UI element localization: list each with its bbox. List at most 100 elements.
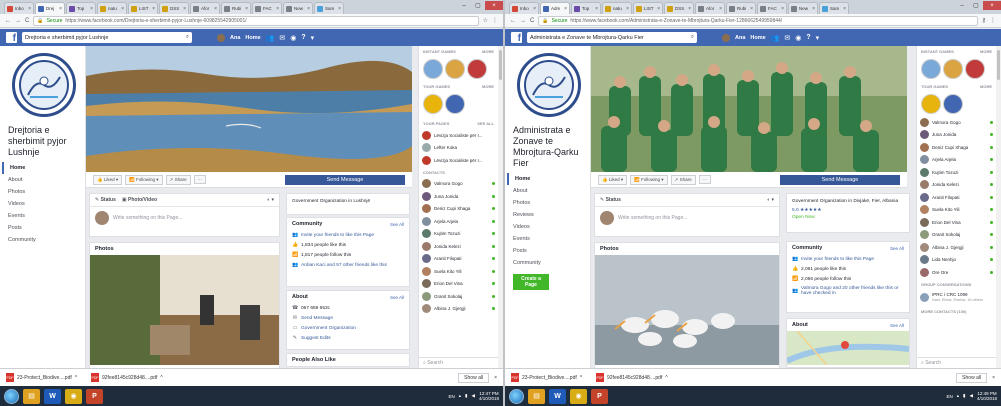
- close-tab-icon[interactable]: ×: [152, 6, 155, 12]
- browser-tab[interactable]: Sam ×: [314, 2, 344, 14]
- start-button[interactable]: [509, 388, 524, 404]
- nav-photos[interactable]: Photos: [507, 197, 588, 209]
- contact-item[interactable]: Kujtim Tozuzi: [419, 228, 498, 241]
- close-tab-icon[interactable]: ×: [688, 6, 691, 12]
- word-icon[interactable]: W: [549, 388, 566, 404]
- friends-icon[interactable]: 👥: [771, 34, 780, 42]
- chevron-down-icon[interactable]: ▾: [816, 34, 820, 42]
- browser-tab[interactable]: Inbo ×: [4, 2, 34, 14]
- tray-arrow-icon[interactable]: ▴: [459, 393, 461, 399]
- browser-tab[interactable]: Top ×: [66, 2, 96, 14]
- cover-photo[interactable]: [86, 46, 412, 172]
- nav-posts[interactable]: Posts: [507, 245, 588, 257]
- browser-tab[interactable]: Inbo ×: [509, 2, 539, 14]
- browser-tab[interactable]: Afor ×: [695, 2, 725, 14]
- globe-icon[interactable]: ◉: [290, 34, 296, 42]
- see-all-link[interactable]: See All: [890, 246, 904, 251]
- browser-tab[interactable]: LIST ×: [633, 2, 663, 14]
- following-button[interactable]: 📶 Following ▾: [630, 174, 668, 185]
- contact-item[interactable]: Granit Sokolaj: [419, 290, 498, 303]
- game-icon[interactable]: [445, 59, 465, 79]
- close-icon[interactable]: ×: [992, 375, 995, 381]
- avatar[interactable]: [217, 33, 225, 42]
- close-tab-icon[interactable]: ×: [843, 6, 846, 12]
- invite-friends-link[interactable]: Invite your friends to like this Page: [301, 233, 374, 238]
- nav-videos[interactable]: Videos: [507, 221, 588, 233]
- close-tab-icon[interactable]: ×: [750, 6, 753, 12]
- tray-arrow-icon[interactable]: ▴: [957, 393, 959, 399]
- nav-reviews[interactable]: Reviews: [507, 209, 588, 221]
- composer-input[interactable]: Write something on this Page...: [618, 215, 687, 221]
- contact-item[interactable]: Valmora Gogo: [917, 116, 996, 129]
- close-tab-icon[interactable]: ×: [338, 6, 341, 12]
- contact-item[interactable]: Arjela Arjela: [419, 215, 498, 228]
- browser-tab[interactable]: natu ×: [97, 2, 127, 14]
- contact-item[interactable]: Suela Kito Yili: [917, 204, 996, 217]
- share-button[interactable]: ↗ Share: [165, 174, 191, 185]
- key-icon[interactable]: ⚷: [982, 17, 986, 24]
- browser-tab[interactable]: Top ×: [571, 2, 601, 14]
- contact-item[interactable]: Kujtim Tozuzi: [917, 166, 996, 179]
- cover-photo[interactable]: [591, 46, 907, 172]
- composer-input[interactable]: Write something on this Page...: [113, 215, 182, 221]
- game-icon[interactable]: [423, 59, 443, 79]
- facebook-search-input[interactable]: Administrata e Zonave te Mbrojtura-Qarku…: [527, 32, 697, 43]
- powerpoint-icon[interactable]: P: [591, 388, 608, 404]
- chrome-icon[interactable]: ◉: [65, 388, 82, 404]
- contact-item[interactable]: Ore Ore: [917, 266, 996, 279]
- game-icon[interactable]: [943, 94, 963, 114]
- menu-dots-icon[interactable]: ⋮: [990, 17, 996, 24]
- help-icon[interactable]: ?: [301, 34, 305, 41]
- facebook-search-input[interactable]: Drejtoria e sherbimit pyjor Lushnje ⌕: [22, 32, 192, 43]
- close-tab-icon[interactable]: ×: [90, 6, 93, 12]
- clock[interactable]: 12:47 PM 4/10/2018: [479, 391, 499, 401]
- see-all-link[interactable]: SEE ALL: [477, 121, 494, 126]
- globe-icon[interactable]: ◐ ▾: [767, 197, 774, 203]
- invite-friends-link[interactable]: Invite your friends to like this Page: [801, 257, 874, 262]
- friends-icon[interactable]: 👥: [266, 34, 275, 42]
- nav-about[interactable]: About: [2, 174, 83, 186]
- rating[interactable]: 5.0 ★★★★★: [792, 208, 822, 213]
- contact-item[interactable]: Erion Del Vina: [419, 278, 498, 291]
- nav-community[interactable]: Community: [507, 257, 588, 269]
- minimize-icon[interactable]: –: [955, 1, 969, 10]
- contact-item[interactable]: Jonida Kelezi: [917, 179, 996, 192]
- browser-tab[interactable]: New ×: [283, 2, 313, 14]
- clock[interactable]: 12:49 PM 4/10/2018: [977, 391, 997, 401]
- send-message-button[interactable]: Send Message: [285, 174, 405, 185]
- close-icon[interactable]: ×: [494, 375, 497, 381]
- nav-home[interactable]: Home: [507, 173, 588, 185]
- browser-tab-active[interactable]: Adm ×: [540, 2, 570, 14]
- contact-item[interactable]: Aranit Filopati: [917, 191, 996, 204]
- show-all-button[interactable]: Show all: [956, 372, 988, 383]
- profile-link[interactable]: Ana: [735, 35, 745, 41]
- close-tab-icon[interactable]: ×: [307, 6, 310, 12]
- browser-tab[interactable]: DSS ×: [664, 2, 694, 14]
- close-tab-icon[interactable]: ×: [595, 6, 598, 12]
- contact-item[interactable]: Jonida Kelezi: [419, 240, 498, 253]
- suggest-edits-link[interactable]: Suggest Edits: [301, 336, 331, 341]
- share-button[interactable]: ↗ Share: [670, 174, 696, 185]
- network-icon[interactable]: ▮: [963, 393, 965, 399]
- close-tab-icon[interactable]: ×: [59, 6, 62, 12]
- globe-icon[interactable]: ◉: [795, 34, 801, 42]
- volume-icon[interactable]: ◀: [472, 393, 475, 399]
- nav-photos[interactable]: Photos: [2, 186, 83, 198]
- download-item[interactable]: PDF 23-Protect_Biodive....pdf ^: [511, 373, 591, 382]
- close-tab-icon[interactable]: ×: [719, 6, 722, 12]
- contact-item[interactable]: Juna Jonida: [917, 129, 996, 142]
- chrome-icon[interactable]: ◉: [570, 388, 587, 404]
- close-window-icon[interactable]: ×: [485, 1, 503, 10]
- chat-search-input[interactable]: ⌕ Search: [419, 357, 498, 368]
- game-icon[interactable]: [921, 94, 941, 114]
- scrollbar[interactable]: [996, 46, 1001, 368]
- contact-item[interactable]: Deniz Cupi Xhaga: [419, 203, 498, 216]
- contact-item[interactable]: Lida Nenhjo: [917, 254, 996, 267]
- search-icon[interactable]: ⌕: [186, 34, 189, 41]
- status-tab[interactable]: ✎ Status: [95, 197, 116, 203]
- contact-item[interactable]: Albina J. Gjergji: [917, 241, 996, 254]
- forward-icon[interactable]: →: [15, 18, 21, 24]
- word-icon[interactable]: W: [44, 388, 61, 404]
- contact-item[interactable]: Aranit Filopati: [419, 253, 498, 266]
- browser-tab[interactable]: DSS ×: [159, 2, 189, 14]
